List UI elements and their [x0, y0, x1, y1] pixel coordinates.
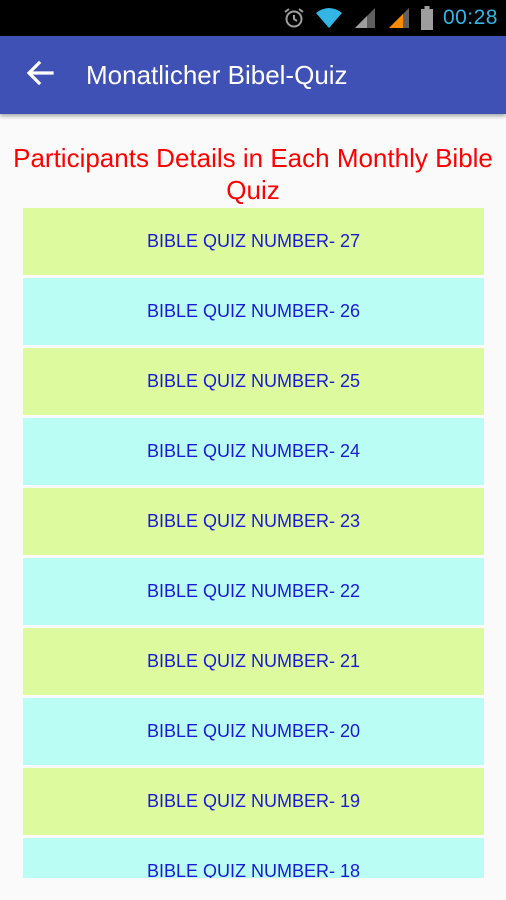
status-bar: 00:28	[0, 0, 506, 36]
back-button[interactable]	[10, 45, 70, 105]
quiz-list: BIBLE QUIZ NUMBER- 27 BIBLE QUIZ NUMBER-…	[23, 208, 484, 878]
battery-icon	[420, 6, 433, 30]
quiz-item[interactable]: BIBLE QUIZ NUMBER- 25	[23, 348, 484, 415]
wifi-icon	[315, 7, 343, 29]
quiz-item[interactable]: BIBLE QUIZ NUMBER- 20	[23, 698, 484, 765]
signal-icon	[353, 7, 377, 29]
quiz-item[interactable]: BIBLE QUIZ NUMBER- 22	[23, 558, 484, 625]
alarm-icon	[283, 7, 305, 29]
status-icons: 00:28	[283, 0, 498, 36]
quiz-item[interactable]: BIBLE QUIZ NUMBER- 27	[23, 208, 484, 275]
quiz-item[interactable]: BIBLE QUIZ NUMBER- 24	[23, 418, 484, 485]
quiz-item[interactable]: BIBLE QUIZ NUMBER- 21	[23, 628, 484, 695]
quiz-item[interactable]: BIBLE QUIZ NUMBER- 19	[23, 768, 484, 835]
app-title: Monatlicher Bibel-Quiz	[86, 59, 348, 90]
quiz-item[interactable]: BIBLE QUIZ NUMBER- 26	[23, 278, 484, 345]
quiz-item[interactable]: BIBLE QUIZ NUMBER- 18	[23, 838, 484, 878]
app-bar: Monatlicher Bibel-Quiz	[0, 36, 506, 114]
signal-icon	[387, 7, 411, 29]
page-heading: Participants Details in Each Monthly Bib…	[13, 143, 493, 205]
quiz-item[interactable]: BIBLE QUIZ NUMBER- 23	[23, 488, 484, 555]
arrow-back-icon	[26, 59, 54, 92]
status-clock: 00:28	[442, 6, 498, 29]
